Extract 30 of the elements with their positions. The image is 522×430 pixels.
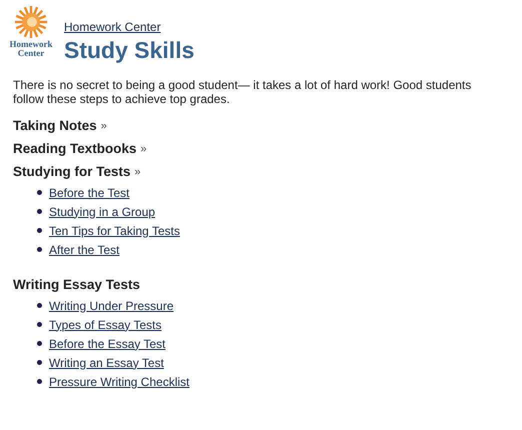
topic-link[interactable]: Before the Test [49, 186, 130, 200]
bullet-icon [37, 247, 42, 252]
topic-link[interactable]: Before the Essay Test [49, 336, 166, 350]
topic-link[interactable]: After the Test [49, 242, 120, 256]
bullet-icon [37, 379, 42, 384]
section-heading[interactable]: Reading Textbooks [13, 141, 137, 156]
section-heading[interactable]: Taking Notes [13, 118, 97, 133]
topic-link[interactable]: Ten Tips for Taking Tests [49, 224, 180, 238]
chevron-marker: » [100, 120, 107, 132]
page-title: Study Skills [64, 37, 194, 64]
topic-link[interactable]: Studying in a Group [49, 204, 156, 218]
intro-paragraph: There is no secret to being a good student— it takes a lot of hard work! Good students follow these steps to achieve top grades. [13, 78, 472, 106]
topic-link[interactable]: Pressure Writing Checklist [49, 374, 190, 388]
bullet-icon [37, 360, 42, 365]
bullet-icon [37, 228, 42, 233]
breadcrumb-link[interactable]: Homework Center [64, 20, 194, 34]
logo-text: Homework Center [8, 40, 54, 58]
topic-link[interactable]: Types of Essay Tests [49, 318, 162, 332]
chevron-marker: » [134, 166, 141, 178]
sun-icon [14, 5, 48, 39]
topic-link[interactable]: Writing an Essay Test [49, 356, 164, 370]
bullet-icon [37, 303, 42, 308]
chevron-marker: » [140, 142, 147, 154]
section-heading[interactable]: Writing Essay Tests [13, 277, 140, 292]
bullet-icon [37, 209, 42, 214]
bullet-icon [37, 190, 42, 195]
section-heading[interactable]: Studying for Tests [13, 164, 131, 179]
bullet-icon [37, 341, 42, 346]
topic-link[interactable]: Writing Under Pressure [49, 298, 174, 312]
bullet-icon [37, 322, 42, 327]
